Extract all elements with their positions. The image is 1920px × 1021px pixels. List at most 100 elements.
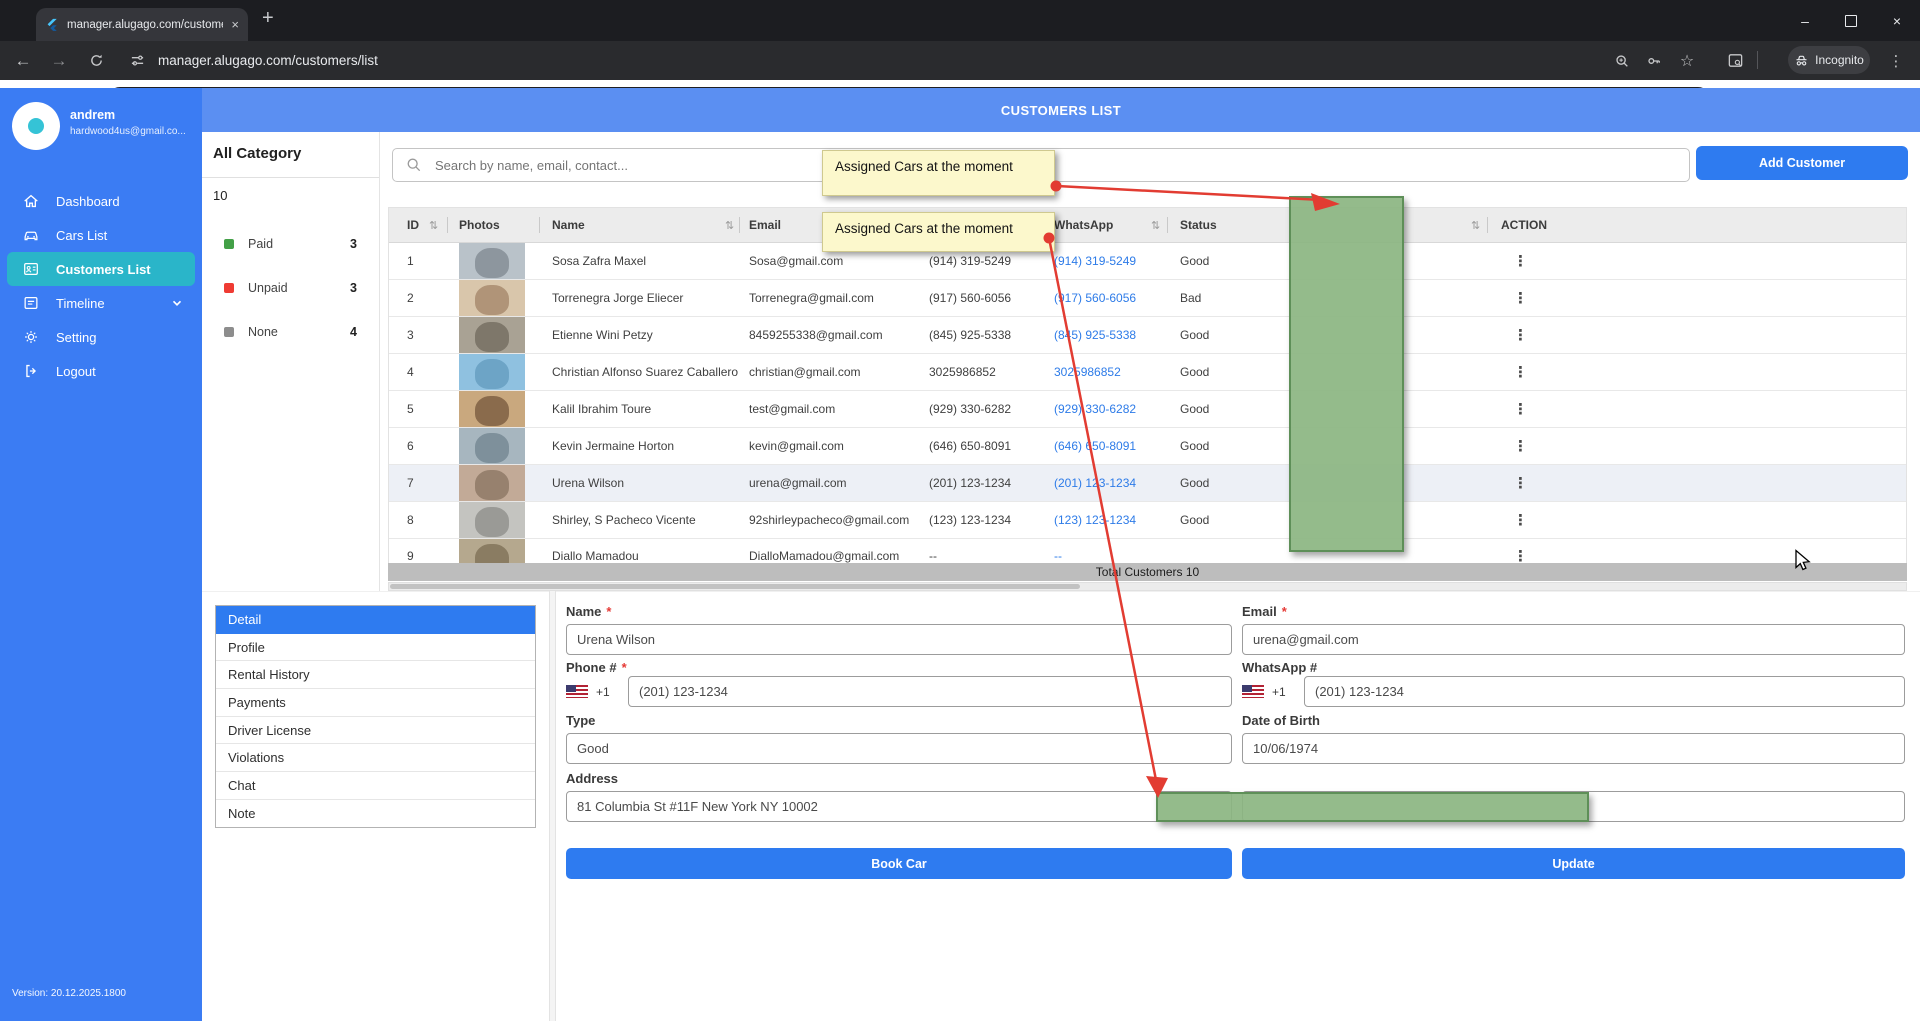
cell-phone: (201) 123-1234 xyxy=(929,465,1011,501)
sort-icon[interactable]: ⇅ xyxy=(1471,208,1480,242)
name-label: Name* xyxy=(566,604,611,619)
browser-menu-icon[interactable]: ⋮ xyxy=(1879,41,1913,80)
window-close-button[interactable]: × xyxy=(1874,0,1920,41)
cell-email: kevin@gmail.com xyxy=(749,428,844,464)
whatsapp-label: WhatsApp # xyxy=(1242,660,1317,675)
type-field[interactable] xyxy=(566,733,1232,764)
phone-label: Phone #* xyxy=(566,660,627,675)
detail-tab-detail[interactable]: Detail xyxy=(216,606,535,634)
col-header-photos[interactable]: Photos xyxy=(459,208,500,242)
whatsapp-link[interactable]: 3025986852 xyxy=(1054,354,1121,390)
bookmark-star-icon[interactable]: ☆ xyxy=(1670,41,1704,80)
row-actions-menu-icon[interactable]: ⋮ xyxy=(1513,465,1529,501)
detail-tab-driver-license[interactable]: Driver License xyxy=(216,717,535,745)
row-actions-menu-icon[interactable]: ⋮ xyxy=(1513,317,1529,353)
sidebar-item-cars-list[interactable]: Cars List xyxy=(7,218,195,252)
chevron-down-icon xyxy=(171,297,183,309)
sidebar-item-timeline[interactable]: Timeline xyxy=(7,286,195,320)
col-header-whatsapp[interactable]: WhatsApp xyxy=(1054,208,1113,242)
url-text[interactable]: manager.alugago.com/customers/list xyxy=(158,41,378,80)
cell-name: Etienne Wini Petzy xyxy=(552,317,653,353)
detail-tab-violations[interactable]: Violations xyxy=(216,744,535,772)
email-field[interactable] xyxy=(1242,624,1905,655)
detail-tab-profile[interactable]: Profile xyxy=(216,634,535,662)
header-separator xyxy=(539,217,540,233)
table-row[interactable]: 8 Shirley, S Pacheco Vicente 92shirleypa… xyxy=(389,502,1906,539)
side-panel-icon[interactable] xyxy=(1718,41,1752,80)
col-header-status[interactable]: Status xyxy=(1180,208,1217,242)
site-settings-icon[interactable] xyxy=(120,41,154,80)
table-row[interactable]: 4 Christian Alfonso Suarez Caballero chr… xyxy=(389,354,1906,391)
col-header-name[interactable]: Name xyxy=(552,208,585,242)
whatsapp-link[interactable]: (646) 650-8091 xyxy=(1054,428,1136,464)
table-row[interactable]: 5 Kalil Ibrahim Toure test@gmail.com (92… xyxy=(389,391,1906,428)
reload-button[interactable] xyxy=(79,41,113,80)
detail-tab-rental-history[interactable]: Rental History xyxy=(216,661,535,689)
table-row[interactable]: 2 Torrenegra Jorge Eliecer Torrenegra@gm… xyxy=(389,280,1906,317)
table-row[interactable]: 1 Sosa Zafra Maxel Sosa@gmail.com (914) … xyxy=(389,243,1906,280)
category-color-swatch xyxy=(224,239,234,249)
detail-tab-chat[interactable]: Chat xyxy=(216,772,535,800)
whatsapp-link[interactable]: (929) 330-6282 xyxy=(1054,391,1136,427)
dob-field[interactable] xyxy=(1242,733,1905,764)
sidebar-item-setting[interactable]: Setting xyxy=(7,320,195,354)
name-field[interactable] xyxy=(566,624,1232,655)
whatsapp-link[interactable]: (917) 560-6056 xyxy=(1054,280,1136,316)
whatsapp-link[interactable]: (914) 319-5249 xyxy=(1054,243,1136,279)
new-tab-button[interactable]: + xyxy=(262,7,274,30)
maximize-button[interactable] xyxy=(1828,0,1874,41)
phone-field[interactable] xyxy=(628,676,1232,707)
cell-phone: (929) 330-6282 xyxy=(929,391,1011,427)
book-car-button[interactable]: Book Car xyxy=(566,848,1232,879)
incognito-label: Incognito xyxy=(1815,53,1864,67)
forward-button[interactable]: → xyxy=(42,41,76,80)
divider xyxy=(202,177,379,178)
table-row[interactable]: 7 Urena Wilson urena@gmail.com (201) 123… xyxy=(389,465,1906,502)
minimize-button[interactable]: – xyxy=(1782,0,1828,41)
row-actions-menu-icon[interactable]: ⋮ xyxy=(1513,243,1529,279)
cell-phone: (917) 560-6056 xyxy=(929,280,1011,316)
row-actions-menu-icon[interactable]: ⋮ xyxy=(1513,354,1529,390)
whatsapp-link[interactable]: (845) 925-5338 xyxy=(1054,317,1136,353)
back-button[interactable]: ← xyxy=(6,41,40,80)
tooltip-assigned-cars-2: Assigned Cars at the moment xyxy=(822,212,1055,252)
update-button[interactable]: Update xyxy=(1242,848,1905,879)
whatsapp-field[interactable] xyxy=(1304,676,1905,707)
row-actions-menu-icon[interactable]: ⋮ xyxy=(1513,502,1529,538)
scrollbar-thumb[interactable] xyxy=(390,584,1080,589)
table-header: ID ⇅ Photos Name ⇅ Email WhatsApp ⇅ Stat… xyxy=(389,208,1906,243)
col-header-email[interactable]: Email xyxy=(749,208,781,242)
add-customer-button[interactable]: Add Customer xyxy=(1696,146,1908,180)
col-header-id[interactable]: ID xyxy=(407,208,419,242)
whatsapp-link[interactable]: (123) 123-1234 xyxy=(1054,502,1136,538)
browser-tab[interactable]: manager.alugago.com/custome × xyxy=(36,8,248,41)
row-actions-menu-icon[interactable]: ⋮ xyxy=(1513,391,1529,427)
horizontal-scrollbar[interactable] xyxy=(388,582,1907,591)
detail-tab-payments[interactable]: Payments xyxy=(216,689,535,717)
sidebar-item-customers-list[interactable]: Customers List xyxy=(7,252,195,286)
whatsapp-link[interactable]: (201) 123-1234 xyxy=(1054,465,1136,501)
category-item-unpaid[interactable]: Unpaid 3 xyxy=(202,266,379,310)
password-key-icon[interactable] xyxy=(1637,41,1671,80)
address-field[interactable] xyxy=(566,791,1232,822)
row-actions-menu-icon[interactable]: ⋮ xyxy=(1513,280,1529,316)
sidebar-item-logout[interactable]: Logout xyxy=(7,354,195,388)
find-zoom-icon[interactable] xyxy=(1605,41,1639,80)
header-separator xyxy=(1487,217,1488,233)
category-item-paid[interactable]: Paid 3 xyxy=(202,222,379,266)
sort-icon[interactable]: ⇅ xyxy=(1151,208,1160,242)
category-count: 3 xyxy=(350,281,357,295)
row-actions-menu-icon[interactable]: ⋮ xyxy=(1513,428,1529,464)
tab-close-icon[interactable]: × xyxy=(231,17,239,32)
table-row[interactable]: 6 Kevin Jermaine Horton kevin@gmail.com … xyxy=(389,428,1906,465)
avatar[interactable] xyxy=(12,102,60,150)
sidebar: andrem hardwood4us@gmail.co... Dashboard… xyxy=(0,88,202,1021)
table-row[interactable]: 3 Etienne Wini Petzy 8459255338@gmail.co… xyxy=(389,317,1906,354)
sidebar-item-dashboard[interactable]: Dashboard xyxy=(7,184,195,218)
detail-tab-note[interactable]: Note xyxy=(216,800,535,827)
category-item-none[interactable]: None 4 xyxy=(202,310,379,354)
sort-icon[interactable]: ⇅ xyxy=(725,208,734,242)
sort-icon[interactable]: ⇅ xyxy=(429,208,438,242)
us-flag-icon[interactable] xyxy=(566,685,588,698)
us-flag-icon[interactable] xyxy=(1242,685,1264,698)
